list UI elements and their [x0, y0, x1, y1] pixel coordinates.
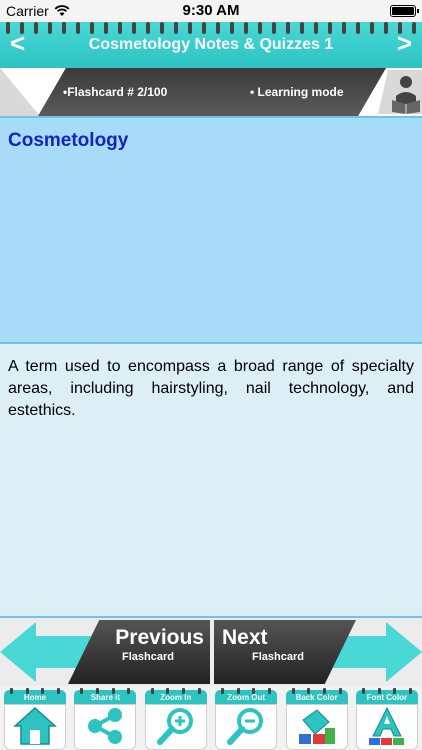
home-icon: [13, 706, 57, 745]
term-panel: Cosmetology: [0, 116, 422, 344]
back-color-icon: [298, 709, 335, 744]
share-button[interactable]: Share it: [72, 688, 138, 750]
flashcard-definition: A term used to encompass a broad range o…: [8, 358, 414, 419]
zoom-in-label: Zoom In: [160, 693, 192, 702]
font-color-label: Font Color: [366, 693, 408, 702]
home-button[interactable]: Home: [2, 688, 68, 750]
next-label: Next: [222, 626, 268, 649]
back-color-button[interactable]: Back Color: [284, 688, 350, 750]
font-color-button[interactable]: Font Color: [354, 688, 420, 750]
definition-panel: A term used to encompass a broad range o…: [0, 344, 422, 618]
zoom-out-label: Zoom Out: [227, 693, 266, 702]
reader-icon: [378, 70, 422, 114]
flashcard-info-bar: •Flashcard # 2/100 • Learning mode: [0, 68, 422, 116]
zoom-out-button[interactable]: Zoom Out: [213, 688, 279, 750]
status-time: 9:30 AM: [182, 2, 240, 19]
flashcard-navigation: Previous Flashcard Next Flashcard: [0, 618, 422, 686]
home-label: Home: [23, 693, 47, 702]
bottom-toolbar: Home Share it Zoom In Zoom Out Back Colo…: [0, 686, 422, 750]
flashcard-term: Cosmetology: [8, 130, 129, 151]
mode-label: • Learning mode: [250, 85, 344, 99]
zoom-in-icon: [156, 708, 193, 745]
page-title: Cosmetology Notes & Quizzes 1: [88, 36, 334, 53]
status-bar: Carrier 9:30 AM: [0, 0, 422, 22]
info-bar-left-accent: [0, 68, 40, 116]
battery-icon: [390, 5, 419, 17]
zoom-out-icon: [227, 708, 264, 745]
share-label: Share it: [90, 693, 121, 702]
spiral-binding: [0, 22, 422, 34]
zoom-in-button[interactable]: Zoom In: [143, 688, 209, 750]
font-color-icon: [368, 706, 404, 745]
flashcard-counter: •Flashcard # 2/100: [63, 85, 168, 99]
share-icon: [88, 708, 123, 744]
previous-sub-label: Flashcard: [122, 651, 174, 663]
back-color-label: Back Color: [295, 693, 338, 702]
